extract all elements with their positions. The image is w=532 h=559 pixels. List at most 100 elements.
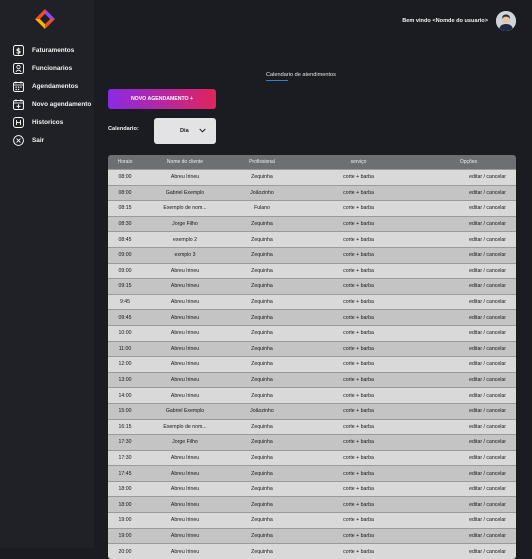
cancel-link[interactable]: cancelar [486, 346, 506, 352]
header-cliente: Nome do cliente [166, 159, 204, 165]
cancel-link[interactable]: cancelar [486, 486, 506, 492]
calendar-plus-icon [13, 98, 24, 110]
edit-link[interactable]: editar [469, 268, 482, 274]
cancel-link[interactable]: cancelar [486, 517, 506, 523]
table-row: 09:15 Abreu Irineu Zequinha corte + barba ed… [108, 278, 516, 294]
page-title: Calendario de atendimentos [266, 72, 336, 78]
edit-link[interactable]: editar [469, 424, 482, 430]
header-profissional: Profissional [249, 159, 275, 165]
edit-link[interactable]: editar [469, 205, 482, 211]
cancel-link[interactable]: cancelar [486, 268, 506, 274]
avatar[interactable] [496, 11, 516, 31]
edit-link[interactable]: editar [469, 517, 482, 523]
cell-profissional: Zequinha [251, 314, 273, 321]
table-row: 09:00 exmplo 3 Zequinha corte + barba editar… [108, 246, 516, 263]
cell-cliente: exmplo 3 [174, 252, 196, 259]
sidebar-item-label: Agendamentos [32, 82, 79, 90]
sidebar-item-funcionarios[interactable]: Funcionarios [13, 62, 91, 74]
cell-servico: corte + barba [343, 330, 374, 337]
edit-link[interactable]: editar [469, 408, 482, 414]
edit-link[interactable]: editar [469, 486, 482, 492]
cancel-link[interactable]: cancelar [486, 424, 506, 430]
cell-servico: corte + barba [343, 236, 374, 243]
cell-servico: corte + barba [343, 299, 374, 306]
sidebar-nav: $ Faturamentos Funcionarios Agendamentos… [13, 44, 91, 152]
cell-opcoes: editar / cancelar [421, 533, 516, 539]
edit-link[interactable]: editar [469, 283, 482, 289]
cell-opcoes: editar / cancelar [421, 252, 516, 258]
table-header: Horaio Nome do cliente Profissional serv… [108, 155, 516, 169]
cell-cliente: Abreu Irineu [170, 454, 200, 461]
cancel-link[interactable]: cancelar [486, 471, 506, 477]
cell-opcoes: editar / cancelar [421, 221, 516, 227]
cell-profissional: Zequinha [251, 501, 273, 508]
cancel-link[interactable]: cancelar [486, 237, 506, 243]
table-row: 09:00 Abreu Irineu Zequinha corte + barba ed… [108, 262, 516, 279]
edit-link[interactable]: editar [469, 455, 482, 461]
edit-link[interactable]: editar [469, 377, 482, 383]
cancel-link[interactable]: cancelar [486, 221, 506, 227]
table-row: 18:00 Abreu Irineu Zequinha corte + barba ed… [108, 496, 516, 513]
cancel-link[interactable]: cancelar [486, 455, 506, 461]
table-row: 12:00 Abreu Irineu Zequinha corte + barba ed… [108, 356, 516, 372]
cell-horario: 09:00 [118, 267, 132, 274]
table-row: 20:00 Abreu Irineu Zequinha corte + barba ed… [108, 543, 516, 559]
cell-profissional: Zequinha [251, 345, 273, 352]
edit-link[interactable]: editar [469, 237, 482, 243]
badge-icon [13, 62, 24, 74]
edit-link[interactable]: editar [469, 361, 482, 367]
edit-link[interactable]: editar [469, 190, 482, 196]
edit-link[interactable]: editar [469, 330, 482, 336]
edit-link[interactable]: editar [469, 393, 482, 399]
cancel-link[interactable]: cancelar [486, 205, 506, 211]
cell-profissional: Zequinha [251, 392, 273, 399]
calendar-label: Calendario: [108, 126, 139, 132]
cell-profissional: Zequinha [251, 517, 273, 524]
cancel-link[interactable]: cancelar [486, 393, 506, 399]
cancel-link[interactable]: cancelar [486, 190, 506, 196]
cell-profissional: Zequinha [251, 283, 273, 290]
edit-link[interactable]: editar [469, 315, 482, 321]
edit-link[interactable]: editar [469, 221, 482, 227]
table-row: 08:00 Abreu Irineu Zequinha corte + barba ed… [108, 169, 516, 185]
edit-link[interactable]: editar [469, 299, 482, 305]
edit-link[interactable]: editar [469, 471, 482, 477]
cancel-link[interactable]: cancelar [486, 502, 506, 508]
edit-link[interactable]: editar [469, 252, 482, 258]
cancel-link[interactable]: cancelar [486, 252, 506, 258]
cancel-link[interactable]: cancelar [486, 549, 506, 555]
cancel-link[interactable]: cancelar [486, 330, 506, 336]
cell-opcoes: editar / cancelar [421, 346, 516, 352]
table-row: 16:15 Exemplo de nom... Zequinha corte + ba… [108, 418, 516, 435]
edit-link[interactable]: editar [469, 174, 482, 180]
edit-link[interactable]: editar [469, 346, 482, 352]
sidebar-item-novo-agendamento[interactable]: Novo agendamento [13, 98, 91, 110]
new-appointment-button[interactable]: NOVO AGENDAMENTO + [108, 89, 216, 109]
sidebar-item-agendamentos[interactable]: Agendamentos [13, 80, 91, 92]
sidebar-item-faturamentos[interactable]: $ Faturamentos [13, 44, 91, 56]
calendar-select[interactable]: Dia [154, 118, 216, 144]
cancel-link[interactable]: cancelar [486, 377, 506, 383]
sidebar-item-sair[interactable]: Sair [13, 134, 91, 146]
cell-opcoes: editar / cancelar [421, 315, 516, 321]
sidebar-item-historicos[interactable]: Historicos [13, 116, 91, 128]
cell-opcoes: editar / cancelar [421, 439, 516, 445]
cancel-link[interactable]: cancelar [486, 174, 506, 180]
cancel-link[interactable]: cancelar [486, 299, 506, 305]
cancel-link[interactable]: cancelar [486, 408, 506, 414]
cell-opcoes: editar / cancelar [421, 471, 516, 477]
edit-link[interactable]: editar [469, 439, 482, 445]
cell-servico: corte + barba [343, 392, 374, 399]
cancel-link[interactable]: cancelar [486, 439, 506, 445]
cancel-link[interactable]: cancelar [486, 283, 506, 289]
edit-link[interactable]: editar [469, 549, 482, 555]
cancel-link[interactable]: cancelar [486, 533, 506, 539]
cell-profissional: Joãozinho [250, 408, 274, 415]
sidebar-item-label: Funcionarios [32, 64, 73, 72]
appointments-table: Horaio Nome do cliente Profissional serv… [108, 155, 516, 559]
cancel-link[interactable]: cancelar [486, 361, 506, 367]
cancel-link[interactable]: cancelar [486, 315, 506, 321]
cell-horario: 19:00 [118, 517, 132, 524]
edit-link[interactable]: editar [469, 533, 482, 539]
edit-link[interactable]: editar [469, 502, 482, 508]
